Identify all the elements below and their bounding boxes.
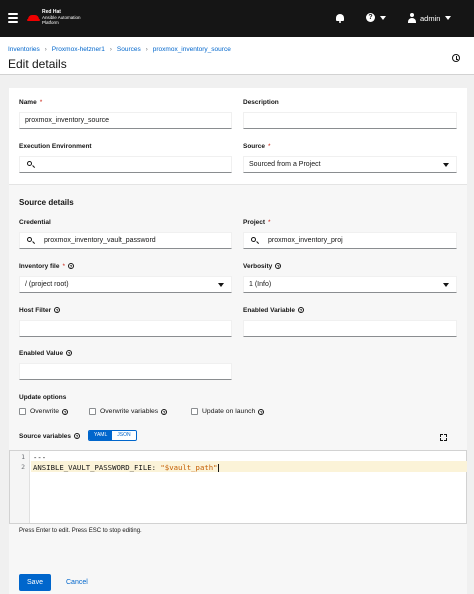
credential-label: Credential	[19, 219, 51, 226]
verbosity-label: Verbosity	[243, 263, 273, 270]
help-icon[interactable]: ?	[54, 307, 61, 314]
yaml-toggle-button[interactable]: YAML	[89, 431, 113, 440]
source-variables-editor[interactable]: 1 2 --- ANSIBLE_VAULT_PASSWORD_FILE: "$v…	[9, 450, 467, 524]
inventory-file-label: Inventory file	[19, 263, 60, 270]
code-line: ANSIBLE_VAULT_PASSWORD_FILE: "$vault_pat…	[33, 463, 219, 472]
enabled-variable-label: Enabled Variable	[243, 307, 296, 314]
name-label: Name	[19, 99, 37, 106]
section-title: Source details	[19, 198, 74, 207]
red-hat-icon	[27, 13, 40, 23]
masthead: Red Hat Ansible Automation Platform ? ad…	[0, 0, 474, 37]
description-label: Description	[243, 99, 279, 106]
chevron-right-icon: ›	[145, 46, 148, 53]
help-icon[interactable]: ?	[62, 408, 69, 415]
breadcrumb-sources[interactable]: Sources	[117, 46, 141, 53]
line-number: 1	[21, 453, 25, 461]
breadcrumb-inventory[interactable]: Proxmox-hetzner1	[52, 46, 105, 53]
page-header: Inventories › Proxmox-hetzner1 › Sources…	[0, 37, 474, 75]
code-line: ---	[33, 453, 47, 462]
help-icon[interactable]: ?	[68, 263, 74, 270]
enabled-value-input[interactable]	[19, 363, 232, 380]
inventory-file-select[interactable]: / (project root)	[19, 276, 232, 293]
help-icon[interactable]: ?	[258, 408, 265, 415]
history-icon[interactable]	[452, 54, 460, 62]
editor-hint: Press Enter to edit. Press ESC to stop e…	[19, 528, 142, 534]
brand-line3: Platform	[42, 20, 59, 25]
edit-form: Name * proxmox_inventory_source Descripti…	[9, 88, 467, 594]
chevron-right-icon: ›	[109, 46, 112, 53]
breadcrumb-source[interactable]: proxmox_inventory_source	[153, 46, 231, 53]
hamburger-icon[interactable]	[8, 13, 18, 23]
cancel-button[interactable]: Cancel	[66, 574, 88, 591]
line-number-gutter: 1 2	[10, 451, 30, 523]
host-filter-label: Host Filter	[19, 307, 52, 314]
breadcrumb: Inventories › Proxmox-hetzner1 › Sources…	[8, 46, 231, 53]
project-label: Project	[243, 219, 266, 226]
required-mark: *	[39, 99, 43, 106]
user-menu[interactable]: admin	[420, 14, 440, 23]
bell-icon[interactable]	[336, 13, 344, 23]
chevron-down-icon[interactable]	[445, 16, 451, 20]
yaml-json-toggle: YAML JSON	[88, 430, 137, 441]
page-title: Edit details	[8, 57, 67, 71]
chevron-down-icon	[443, 283, 449, 287]
credential-input[interactable]: proxmox_inventory_vault_password	[19, 232, 232, 249]
user-icon[interactable]	[407, 13, 417, 23]
chevron-down-icon	[218, 283, 224, 287]
required-mark: *	[268, 219, 271, 226]
help-icon[interactable]: ?	[275, 263, 282, 270]
verbosity-select[interactable]: 1 (Info)	[243, 276, 457, 293]
breadcrumb-inventories[interactable]: Inventories	[8, 46, 40, 53]
help-icon[interactable]: ?	[66, 350, 73, 357]
text-cursor	[217, 464, 219, 472]
chevron-down-icon[interactable]	[380, 16, 386, 20]
host-filter-input[interactable]	[19, 320, 232, 337]
overwrite-variables-checkbox[interactable]: Overwrite variables?	[89, 408, 168, 415]
enabled-variable-input[interactable]	[243, 320, 457, 337]
source-label: Source	[243, 143, 266, 150]
help-icon[interactable]: ?	[74, 433, 81, 440]
json-toggle-button[interactable]: JSON	[112, 431, 136, 440]
brand-logo[interactable]: Red Hat Ansible Automation Platform	[27, 10, 81, 25]
name-input[interactable]: proxmox_inventory_source	[19, 112, 232, 129]
execution-environment-input[interactable]	[19, 156, 232, 173]
save-button[interactable]: Save	[19, 574, 51, 591]
description-input[interactable]	[243, 112, 457, 129]
line-number: 2	[21, 463, 25, 471]
help-icon[interactable]: ?	[366, 13, 375, 22]
search-icon[interactable]	[251, 237, 259, 244]
expand-icon[interactable]	[440, 434, 447, 441]
help-icon[interactable]: ?	[161, 408, 168, 415]
search-icon[interactable]	[27, 161, 35, 168]
source-select[interactable]: Sourced from a Project	[243, 156, 457, 173]
project-input[interactable]: proxmox_inventory_proj	[243, 232, 457, 249]
enabled-value-label: Enabled Value	[19, 350, 64, 357]
chevron-down-icon	[443, 163, 449, 167]
help-icon[interactable]: ?	[298, 307, 305, 314]
execution-environment-label: Execution Environment	[19, 143, 92, 150]
update-on-launch-checkbox[interactable]: Update on launch?	[191, 408, 265, 415]
chevron-right-icon: ›	[44, 46, 47, 53]
required-mark: *	[268, 143, 271, 150]
required-mark: *	[62, 263, 65, 270]
overwrite-checkbox[interactable]: Overwrite?	[19, 408, 69, 415]
update-options-label: Update options	[19, 394, 67, 401]
source-variables-label: Source variables	[19, 433, 72, 440]
search-icon[interactable]	[27, 237, 35, 244]
